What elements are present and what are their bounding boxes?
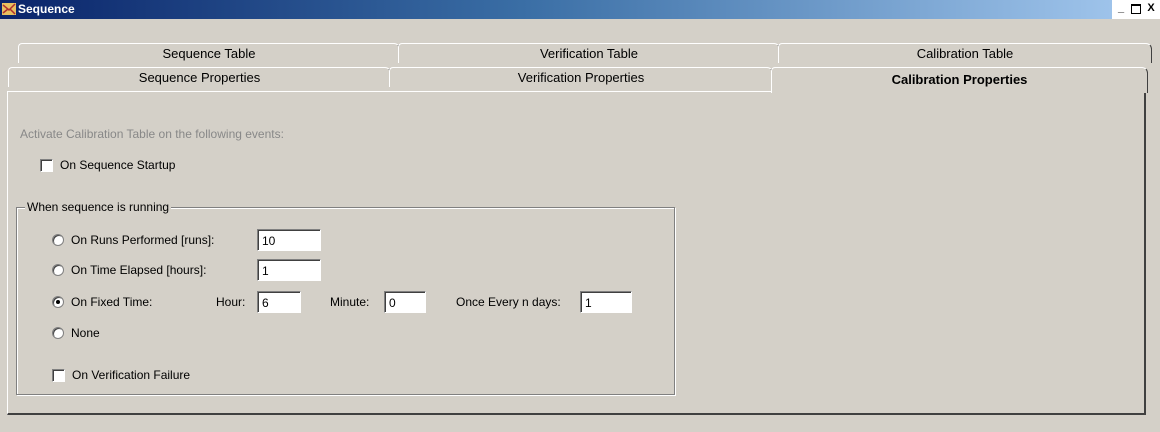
radio-circle[interactable] xyxy=(52,327,64,339)
radio-none[interactable]: None xyxy=(52,326,100,340)
maximize-button[interactable] xyxy=(1129,2,1143,15)
radio-circle[interactable] xyxy=(52,264,64,276)
window-controls: _ X xyxy=(1112,0,1160,19)
on-time-elapsed-label: On Time Elapsed [hours]: xyxy=(71,263,207,277)
on-sequence-startup-label: On Sequence Startup xyxy=(60,158,176,172)
tab-sequence-properties[interactable]: Sequence Properties xyxy=(8,67,391,87)
when-running-legend: When sequence is running xyxy=(25,200,172,214)
tab-calibration-properties[interactable]: Calibration Properties xyxy=(771,67,1148,93)
tab-calibration-table[interactable]: Calibration Table xyxy=(778,43,1152,63)
on-runs-label: On Runs Performed [runs]: xyxy=(71,233,215,247)
activate-calibration-label: Activate Calibration Table on the follow… xyxy=(20,127,284,141)
radio-on-fixed-time[interactable]: On Fixed Time: xyxy=(52,295,152,309)
maximize-icon xyxy=(1131,4,1141,14)
days-input[interactable]: 1 xyxy=(580,291,632,313)
on-sequence-startup-checkbox[interactable]: On Sequence Startup xyxy=(40,158,175,172)
radio-on-time-elapsed[interactable]: On Time Elapsed [hours]: xyxy=(52,263,206,277)
window-title: Sequence xyxy=(18,2,75,16)
checkbox-box[interactable] xyxy=(52,368,65,382)
checkbox-box[interactable] xyxy=(40,158,53,172)
runs-input[interactable]: 10 xyxy=(257,229,321,251)
tab-sequence-table[interactable]: Sequence Table xyxy=(18,43,400,63)
minute-label: Minute: xyxy=(330,295,370,309)
once-every-n-days-label: Once Every n days: xyxy=(456,295,561,309)
on-verification-failure-label: On Verification Failure xyxy=(72,368,191,382)
close-button[interactable]: X xyxy=(1144,2,1158,15)
hours-input[interactable]: 1 xyxy=(257,259,321,281)
none-label: None xyxy=(71,326,100,340)
tab-verification-table[interactable]: Verification Table xyxy=(398,43,780,63)
radio-circle[interactable] xyxy=(52,234,64,246)
sequence-app-icon xyxy=(2,3,16,15)
hour-input[interactable]: 6 xyxy=(257,291,301,313)
minimize-button[interactable]: _ xyxy=(1114,2,1128,15)
on-verification-failure-checkbox[interactable]: On Verification Failure xyxy=(52,368,190,382)
window-titlebar: Sequence _ X xyxy=(0,0,1160,19)
radio-circle-selected[interactable] xyxy=(52,296,64,308)
on-fixed-time-label: On Fixed Time: xyxy=(71,295,153,309)
tab-verification-properties[interactable]: Verification Properties xyxy=(389,67,773,87)
hour-label: Hour: xyxy=(216,295,246,309)
radio-on-runs[interactable]: On Runs Performed [runs]: xyxy=(52,233,214,247)
minute-input[interactable]: 0 xyxy=(384,291,426,313)
